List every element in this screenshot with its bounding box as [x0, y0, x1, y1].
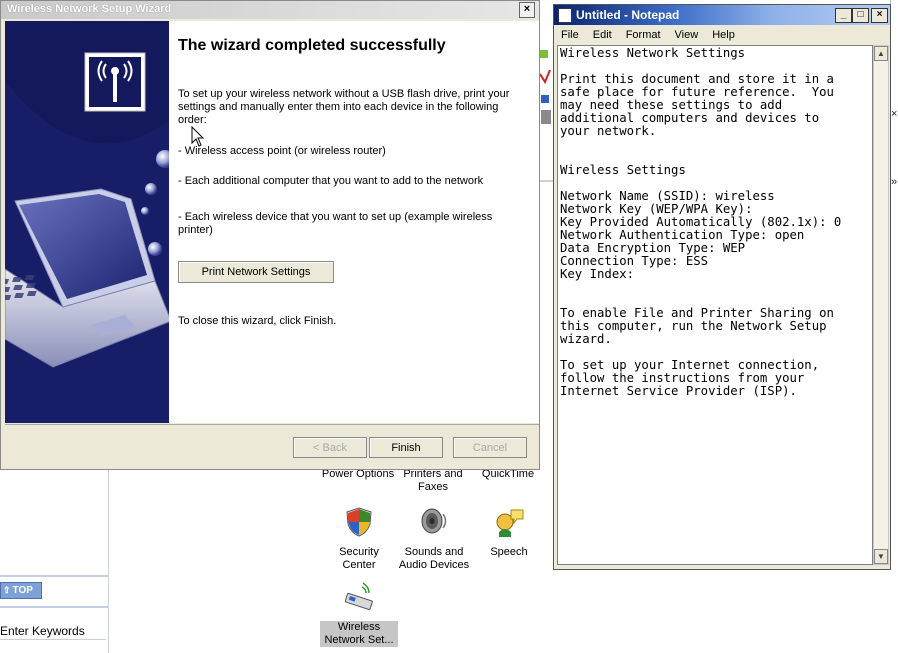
- close-icon: ×: [891, 108, 898, 120]
- notepad-window: Untitled - Notepad _ □ × File Edit Forma…: [553, 4, 891, 570]
- item-label: Wireless Network Set...: [320, 621, 398, 647]
- scroll-down-arrow-icon[interactable]: ▼: [874, 549, 888, 564]
- background-toolbar-fragment: [539, 40, 553, 190]
- back-button[interactable]: < Back: [293, 437, 367, 458]
- green-icon: [540, 50, 548, 58]
- top-button-label: TOP: [12, 585, 33, 596]
- minimize-icon: _: [840, 9, 847, 20]
- wizard-title-bar[interactable]: Wireless Network Setup Wizard ×: [1, 1, 539, 19]
- maximize-icon: □: [857, 9, 864, 20]
- decorative-orb: [148, 242, 162, 256]
- wizard-heading: The wizard completed successfully: [178, 37, 446, 54]
- wizard-step-3: - Each wireless device that you want to …: [178, 211, 493, 236]
- notepad-content: Wireless Network Settings Print this doc…: [560, 46, 842, 398]
- mouse-pointer-icon: [191, 126, 205, 147]
- vertical-scrollbar[interactable]: ▲ ▼: [873, 45, 889, 565]
- wizard-side-banner: [5, 21, 169, 423]
- print-network-settings-button[interactable]: Print Network Settings: [178, 261, 334, 283]
- item-label: Speech: [490, 546, 528, 558]
- notepad-title-bar[interactable]: Untitled - Notepad _ □ ×: [554, 5, 890, 25]
- control-panel-item-speech[interactable]: Speech: [480, 506, 538, 559]
- shield-icon: [346, 507, 372, 537]
- wizard-close-button[interactable]: ×: [519, 2, 535, 18]
- notepad-title: Untitled - Notepad: [576, 8, 680, 22]
- chevron-right-icon: »: [891, 176, 898, 188]
- menu-help[interactable]: Help: [705, 27, 742, 43]
- speaker-icon: [421, 508, 447, 534]
- menu-view[interactable]: View: [668, 27, 706, 43]
- decorative-orb: [145, 183, 157, 195]
- background-right-strip: [890, 0, 898, 470]
- notepad-app-icon: [558, 8, 572, 23]
- decorative-orb: [141, 207, 149, 215]
- close-icon: ×: [523, 3, 531, 15]
- finish-button[interactable]: Finish: [369, 437, 443, 458]
- sidebar-divider: [0, 606, 108, 608]
- item-label: Sounds and Audio Devices: [398, 546, 470, 571]
- control-panel-item-sounds-audio[interactable]: Sounds and Audio Devices: [398, 506, 470, 572]
- item-label: Security Center: [339, 546, 379, 571]
- menu-format[interactable]: Format: [619, 27, 668, 43]
- item-label: Printers and Faxes: [403, 468, 463, 493]
- wizard-step-1: - Wireless access point (or wireless rou…: [178, 145, 386, 157]
- wizard-content: The wizard completed successfully To set…: [169, 21, 539, 423]
- menu-file[interactable]: File: [554, 27, 586, 43]
- wizard-title: Wireless Network Setup Wizard: [7, 3, 172, 15]
- scroll-up-arrow-icon[interactable]: ▲: [874, 46, 888, 61]
- control-panel-item-wireless-network-setup[interactable]: Wireless Network Set...: [320, 581, 398, 647]
- speech-icon: [496, 509, 524, 537]
- wizard-close-note: To close this wizard, click Finish.: [178, 315, 337, 327]
- cancel-button[interactable]: Cancel: [453, 437, 527, 458]
- maximize-button[interactable]: □: [852, 8, 869, 23]
- wizard-footer-divider: [5, 424, 539, 425]
- wizard-step-2: - Each additional computer that you want…: [178, 175, 484, 187]
- keywords-label[interactable]: Enter Keywords: [0, 623, 106, 640]
- control-panel-item-security-center[interactable]: Security Center: [326, 506, 392, 572]
- top-button[interactable]: ⇧ TOP: [0, 582, 42, 599]
- minimize-button[interactable]: _: [835, 8, 852, 23]
- wizard-intro-text: To set up your wireless network without …: [178, 88, 510, 126]
- wizard-banner-illustration: [5, 21, 169, 423]
- notepad-close-button[interactable]: ×: [871, 8, 888, 23]
- notepad-text-area[interactable]: Wireless Network Settings Print this doc…: [557, 45, 873, 565]
- wireless-setup-wizard-window: Wireless Network Setup Wizard × The wiza…: [0, 0, 540, 470]
- notepad-menu-bar: File Edit Format View Help: [554, 27, 742, 43]
- control-panel-item-printers-faxes[interactable]: Printers and Faxes: [398, 468, 468, 494]
- blue-icon: [541, 95, 549, 103]
- wireless-card-icon: [344, 582, 373, 611]
- sidebar-divider: [0, 575, 108, 577]
- menu-edit[interactable]: Edit: [586, 27, 619, 43]
- up-arrow-icon: ⇧: [3, 585, 11, 595]
- close-icon: ×: [876, 9, 883, 20]
